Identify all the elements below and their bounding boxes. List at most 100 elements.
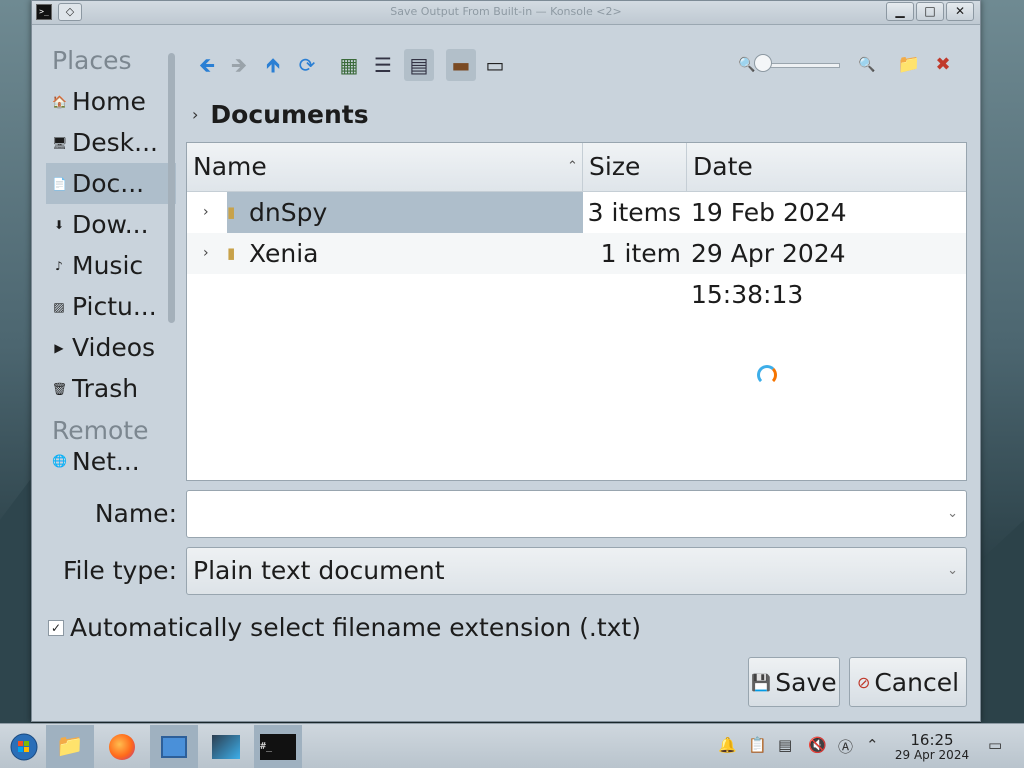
maximize-button[interactable]: □ <box>916 2 944 21</box>
file-row[interactable]: › Xenia ▮ 1 item 29 Apr 2024 15:38:13 <box>187 233 966 309</box>
zoom-in-icon[interactable]: 🔍 <box>852 49 882 81</box>
place-trash[interactable]: 🗑 Trash <box>46 368 176 409</box>
places-heading: Places <box>52 46 132 75</box>
filename-input[interactable]: ⌄ <box>186 490 967 538</box>
clock-date[interactable]: 29 Apr 2024 <box>890 748 974 762</box>
chevron-down-icon[interactable]: ⌄ <box>947 491 958 537</box>
file-list[interactable]: Name ⌃ Size Date › dnSpy ▮ 3 items 19 Fe… <box>186 142 967 481</box>
auto-extension-label: Automatically select filename extension … <box>70 613 641 642</box>
auto-extension-checkbox[interactable]: ✓ <box>48 619 64 636</box>
place-label: Doc... <box>72 169 145 198</box>
taskbar-app[interactable] <box>202 725 250 768</box>
options-button[interactable]: ✖ <box>928 49 958 81</box>
place-videos[interactable]: ▶ Videos <box>46 327 176 368</box>
taskbar-file-manager[interactable]: 📁 <box>46 725 94 768</box>
preview-button[interactable]: ▬ <box>446 49 476 81</box>
start-menu-button[interactable] <box>0 725 48 768</box>
place-label: Home <box>72 87 146 116</box>
taskbar: 📁 #_ 🔔 📋 ▤ 🔇 Ⓐ ⌃ 16:25 29 Apr 2024 ▭ <box>0 723 1024 768</box>
floppy-icon: 💾 <box>751 672 772 692</box>
firefox-icon <box>109 733 135 760</box>
breadcrumb-current[interactable]: Documents <box>210 100 368 129</box>
pictures-icon: ▨ <box>53 299 65 314</box>
cancel-label: Cancel <box>874 667 960 697</box>
zoom-slider-track[interactable] <box>764 63 840 68</box>
place-label: Videos <box>72 333 156 362</box>
device-icon[interactable]: ▤ <box>778 736 792 754</box>
chevron-down-icon[interactable]: ⌄ <box>947 548 958 594</box>
taskbar-firefox[interactable] <box>98 725 146 768</box>
column-date[interactable]: Date <box>687 143 966 191</box>
places-scrollbar[interactable] <box>168 53 175 323</box>
place-label: Net... <box>72 446 140 476</box>
up-button[interactable]: 🡹 <box>258 49 288 81</box>
icons-view-button[interactable]: ▦ <box>334 49 364 81</box>
place-home[interactable]: 🏠 Home <box>46 81 176 122</box>
zoom-slider-handle[interactable] <box>754 54 772 72</box>
expand-arrow-icon[interactable]: › <box>203 233 209 274</box>
filetype-value: Plain text document <box>193 556 445 585</box>
file-list-header: Name ⌃ Size Date <box>187 143 966 192</box>
start-orb-icon <box>10 733 38 760</box>
panel-button[interactable]: ▭ <box>480 49 510 81</box>
close-button[interactable]: ✕ <box>946 2 974 21</box>
app-icon <box>212 734 240 759</box>
file-date: 29 Apr 2024 15:38:13 <box>691 239 846 309</box>
save-label: Save <box>775 667 837 697</box>
expand-tray-icon[interactable]: ⌃ <box>866 736 879 754</box>
name-label: Name: <box>94 499 177 528</box>
cancel-button[interactable]: ⊘ Cancel <box>849 657 967 707</box>
downloads-icon: ⬇ <box>53 217 65 232</box>
new-folder-button[interactable]: 📁 <box>894 49 924 81</box>
place-desktop[interactable]: 🖥 Desk... <box>46 122 176 163</box>
place-documents[interactable]: 📄 Doc... <box>46 163 176 204</box>
place-label: Trash <box>72 374 139 403</box>
keyboard-layout-icon[interactable]: Ⓐ <box>838 736 853 757</box>
minimize-button[interactable]: ▁ <box>886 2 914 21</box>
network-icon: 🌐 <box>52 454 67 468</box>
place-pictures[interactable]: ▨ Pictu... <box>46 286 176 327</box>
volume-muted-icon[interactable]: 🔇 <box>808 736 827 754</box>
clipboard-icon[interactable]: 📋 <box>748 736 767 754</box>
folder-icon: ▮ <box>227 203 236 221</box>
documents-icon: 📄 <box>52 176 67 191</box>
file-size: 1 item <box>600 239 681 268</box>
filetype-select[interactable]: Plain text document ⌄ <box>186 547 967 595</box>
expand-arrow-icon[interactable]: › <box>203 192 209 233</box>
auto-extension-option[interactable]: ✓ Automatically select filename extensio… <box>48 613 641 642</box>
taskbar-konsole[interactable]: #_ <box>254 725 302 768</box>
filetype-label: File type: <box>62 556 177 585</box>
breadcrumb-arrow-icon[interactable]: › <box>192 105 198 124</box>
reload-button[interactable]: ⟳ <box>292 49 322 81</box>
window-title: Save Output From Built-in — Konsole <2> <box>390 5 622 18</box>
place-network[interactable]: 🌐 Net... <box>46 447 176 476</box>
notifications-icon[interactable]: 🔔 <box>718 736 737 754</box>
remote-heading: Remote <box>52 416 149 445</box>
folder-icon: ▮ <box>227 244 236 262</box>
file-name: Xenia <box>249 239 319 268</box>
places-panel: Places 🏠 Home 🖥 Desk... 📄 Doc... ⬇ Dow..… <box>46 41 176 481</box>
place-downloads[interactable]: ⬇ Dow... <box>46 204 176 245</box>
back-button[interactable]: 🡸 <box>192 49 222 81</box>
folder-icon: 📁 <box>56 734 84 759</box>
clock-time[interactable]: 16:25 <box>900 731 964 749</box>
save-button[interactable]: 💾 Save <box>748 657 840 707</box>
place-label: Music <box>72 251 144 280</box>
show-desktop-icon[interactable]: ▭ <box>988 736 1002 754</box>
compact-view-button[interactable]: ☰ <box>368 49 398 81</box>
column-size[interactable]: Size <box>583 143 687 191</box>
place-label: Pictu... <box>72 292 157 321</box>
detail-view-button[interactable]: ▤ <box>404 49 434 81</box>
title-bar[interactable]: >_ ◇ Save Output From Built-in — Konsole… <box>32 1 980 25</box>
breadcrumb: › Documents <box>192 97 369 131</box>
desktop-icon: 🖥 <box>52 135 68 150</box>
konsole-icon: #_ <box>260 733 296 760</box>
forward-button[interactable]: 🡺 <box>224 49 254 81</box>
column-name[interactable]: Name <box>187 143 583 191</box>
file-name: dnSpy <box>227 192 583 233</box>
place-music[interactable]: ♪ Music <box>46 245 176 286</box>
file-row[interactable]: › dnSpy ▮ 3 items 19 Feb 2024 18:02:42 <box>187 192 966 268</box>
videos-icon: ▶ <box>54 340 64 355</box>
toolbar: 🡸 🡺 🡹 ⟳ ▦ ☰ ▤ ▬ ▭ 🔍 🔍 📁 ✖ <box>192 49 970 83</box>
taskbar-system-settings[interactable] <box>150 725 198 768</box>
